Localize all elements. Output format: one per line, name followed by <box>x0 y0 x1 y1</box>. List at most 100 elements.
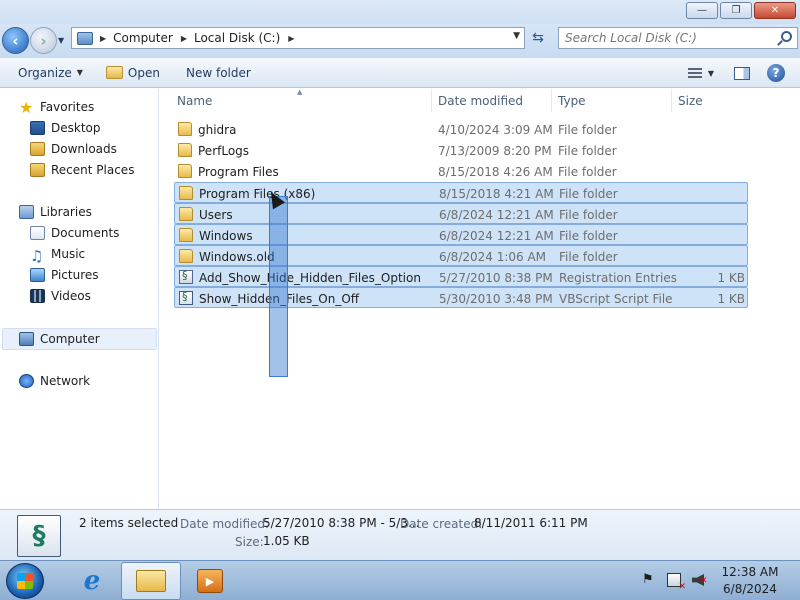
column-header-type[interactable]: Type <box>558 89 586 112</box>
file-size <box>698 119 744 140</box>
file-type: File folder <box>558 122 617 137</box>
file-row[interactable]: Program Files 8/15/2018 4:26 AM File folde… <box>174 161 748 182</box>
folder-icon <box>179 207 193 221</box>
file-row[interactable]: Windows 6/8/2024 12:21 AM File folder <box>174 224 748 245</box>
search-input[interactable] <box>565 31 765 45</box>
folder-icon <box>178 122 192 136</box>
breadcrumb-arrow-icon[interactable]: ▶ <box>288 34 294 43</box>
back-button[interactable]: ‹ <box>2 27 29 54</box>
nav-item-documents[interactable]: Documents <box>30 223 119 243</box>
nav-item-music[interactable]: ♫ Music <box>30 244 85 265</box>
organize-button[interactable]: Organize ▼ <box>18 58 83 88</box>
file-name: Add_Show_Hide_Hidden_Files_Option <box>199 270 421 285</box>
file-date-modified: 6/8/2024 12:21 AM <box>439 228 554 243</box>
date-modified-value: 5/27/2010 8:38 PM - 5/3... <box>263 516 420 530</box>
network-icon <box>19 374 34 388</box>
address-bar[interactable]: ▶ Computer ▶ Local Disk (C:) ▶ ▼ <box>71 27 525 49</box>
file-name: Windows.old <box>199 249 275 264</box>
new-folder-button[interactable]: New folder <box>186 58 251 88</box>
nav-favorites[interactable]: ★ Favorites <box>19 97 94 117</box>
search-icon[interactable] <box>781 31 792 42</box>
file-row[interactable]: PerfLogs 7/13/2009 8:20 PM File folder <box>174 140 748 161</box>
size-label: Size: <box>235 535 264 549</box>
breadcrumb-computer[interactable]: Computer <box>113 31 173 45</box>
breadcrumb-arrow-icon[interactable]: ▶ <box>181 34 187 43</box>
file-size <box>699 183 745 204</box>
navigation-pane: ★ Favorites Desktop Downloads Recent Pla… <box>0 89 159 509</box>
recent-pages-dropdown-icon[interactable]: ▼ <box>58 36 64 45</box>
nav-computer-label: Computer <box>40 332 100 346</box>
nav-item-videos[interactable]: Videos <box>30 286 91 306</box>
address-dropdown-icon[interactable]: ▼ <box>513 31 520 41</box>
file-list[interactable]: Name ▲ Date modified Type Size ghidra 4/1… <box>160 88 800 509</box>
nav-item-label: Videos <box>51 289 91 303</box>
organize-label: Organize <box>18 65 72 80</box>
action-center-flag-icon[interactable]: ⚑ <box>642 572 654 587</box>
vbscript-file-icon <box>179 290 193 305</box>
desktop-icon <box>30 121 45 135</box>
column-header-size[interactable]: Size <box>678 89 703 112</box>
nav-computer[interactable]: Computer <box>19 329 100 349</box>
file-row[interactable]: Windows.old 6/8/2024 1:06 AM File folder <box>174 245 748 266</box>
help-icon[interactable]: ? <box>767 64 785 82</box>
file-date-modified: 5/30/2010 3:48 PM <box>439 291 553 306</box>
file-row[interactable]: Show_Hidden_Files_On_Off5/30/2010 3:48 P… <box>174 287 748 308</box>
file-type: File folder <box>558 143 617 158</box>
column-divider[interactable] <box>671 89 672 112</box>
folder-icon <box>179 186 193 200</box>
refresh-icon[interactable]: ⇆ <box>527 28 549 48</box>
windows-explorer-taskbar-button[interactable] <box>121 562 181 600</box>
nav-item-downloads[interactable]: Downloads <box>30 139 117 159</box>
breadcrumb-arrow-icon[interactable]: ▶ <box>100 34 106 43</box>
system-clock[interactable]: 12:38 AM 6/8/2024 <box>716 564 784 598</box>
open-button[interactable]: Open <box>105 58 160 88</box>
file-size <box>699 225 745 246</box>
maximize-button[interactable]: ❐ <box>720 2 752 19</box>
file-size: 1 KB <box>717 291 745 306</box>
column-divider[interactable] <box>431 89 432 112</box>
folder-icon <box>178 143 192 157</box>
forward-button[interactable]: › <box>30 27 57 54</box>
taskbar: e ▶ ⚑ ✕ 12:38 AM 6/8/2024 <box>0 560 800 600</box>
nav-item-label: Documents <box>51 226 120 240</box>
minimize-button[interactable]: — <box>686 2 718 19</box>
file-date-modified: 4/10/2024 3:09 AM <box>438 122 553 137</box>
start-button[interactable] <box>6 563 44 599</box>
nav-item-label: Recent Places <box>51 163 135 177</box>
file-row[interactable]: ghidra 4/10/2024 3:09 AM File folder <box>174 119 748 140</box>
network-disconnected-icon[interactable] <box>667 573 686 592</box>
file-name: Users <box>199 207 233 222</box>
breadcrumb-local-disk[interactable]: Local Disk (C:) <box>194 31 280 45</box>
media-player-taskbar-button[interactable]: ▶ <box>184 564 236 598</box>
windows-logo-icon <box>17 573 33 589</box>
nav-item-recent-places[interactable]: Recent Places <box>30 160 134 180</box>
internet-explorer-icon[interactable]: e <box>66 564 118 598</box>
column-header-date-modified[interactable]: Date modified <box>438 89 523 112</box>
media-player-icon: ▶ <box>197 569 223 593</box>
nav-network[interactable]: Network <box>19 371 90 391</box>
close-button[interactable]: ✕ <box>754 2 796 19</box>
column-header-name[interactable]: Name <box>177 89 212 112</box>
nav-libraries[interactable]: Libraries <box>19 202 92 222</box>
file-date-modified: 6/8/2024 12:21 AM <box>439 207 554 222</box>
change-view-icon[interactable] <box>687 67 702 79</box>
nav-item-desktop[interactable]: Desktop <box>30 118 101 138</box>
computer-icon <box>19 332 34 346</box>
address-row: ‹ › ▼ ▶ Computer ▶ Local Disk (C:) ▶ ▼ ⇆ <box>0 24 800 58</box>
registry-file-icon <box>179 269 193 284</box>
file-name: Windows <box>199 228 253 243</box>
file-type: File folder <box>559 207 618 222</box>
nav-item-pictures[interactable]: Pictures <box>30 265 99 285</box>
nav-network-label: Network <box>40 374 91 388</box>
nav-item-label: Downloads <box>51 142 117 156</box>
file-row[interactable]: Users 6/8/2024 12:21 AM File folder <box>174 203 748 224</box>
view-options-chevron-icon[interactable]: ▼ <box>708 69 714 78</box>
column-divider[interactable] <box>551 89 552 112</box>
file-type: VBScript Script File <box>559 291 673 306</box>
file-row[interactable]: Program Files (x86) 8/15/2018 4:21 AM File… <box>174 182 748 203</box>
file-row[interactable]: Add_Show_Hide_Hidden_Files_Option 5/27/20… <box>174 266 748 287</box>
preview-pane-icon[interactable] <box>734 66 750 80</box>
file-date-modified: 8/15/2018 4:26 AM <box>438 164 553 179</box>
search-box[interactable] <box>558 27 798 49</box>
star-icon: ★ <box>19 97 34 117</box>
